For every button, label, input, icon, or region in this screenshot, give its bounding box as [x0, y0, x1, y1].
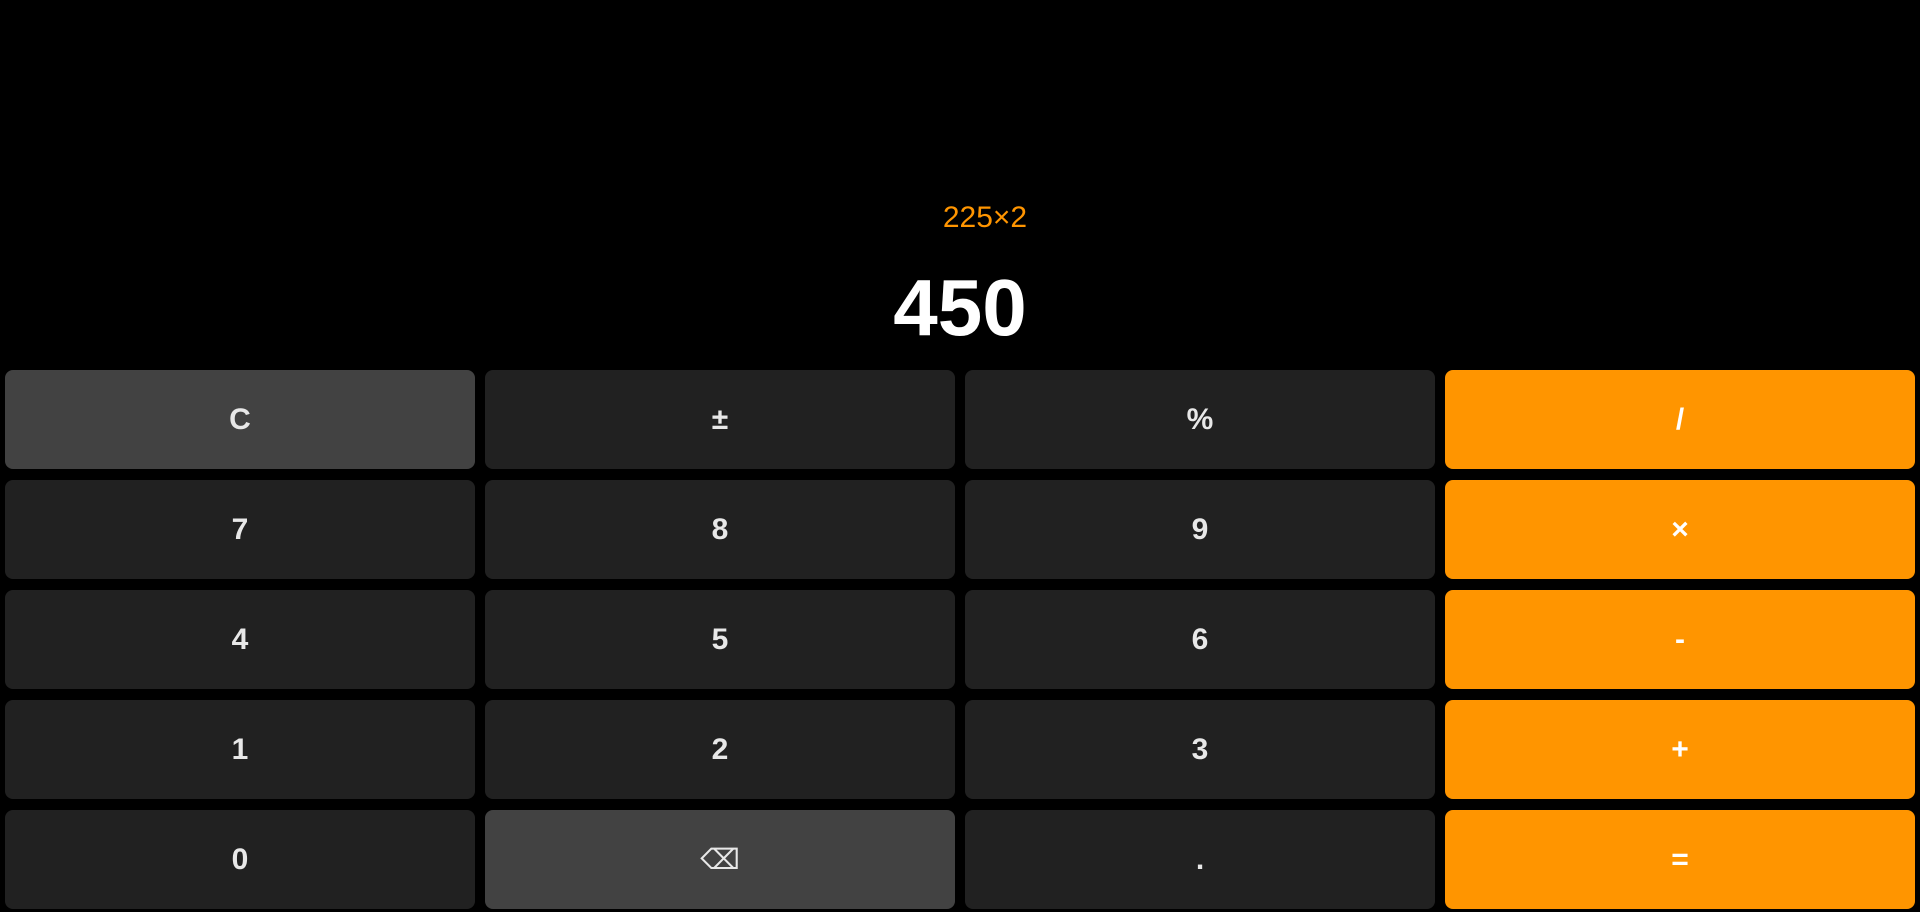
digit-5-button[interactable]: 5 [485, 590, 955, 689]
digit-2-button[interactable]: 2 [485, 700, 955, 799]
digit-7-button[interactable]: 7 [5, 480, 475, 579]
digit-6-button[interactable]: 6 [965, 590, 1435, 689]
percent-button[interactable]: % [965, 370, 1435, 469]
calculator-display: 225×2 450 [0, 0, 1920, 366]
result-text: 450 [893, 263, 1027, 352]
subtract-button[interactable]: - [1445, 590, 1915, 689]
backspace-button[interactable]: ⌫ [485, 810, 955, 909]
plus-minus-button[interactable]: ± [485, 370, 955, 469]
digit-4-button[interactable]: 4 [5, 590, 475, 689]
add-button[interactable]: + [1445, 700, 1915, 799]
clear-button[interactable]: C [5, 370, 475, 469]
equals-button[interactable]: = [1445, 810, 1915, 909]
keypad: C ± % / 7 8 9 × 4 5 6 - 1 2 3 + 0 ⌫ . = [5, 370, 1915, 909]
digit-0-button[interactable]: 0 [5, 810, 475, 909]
expression-text: 225×2 [942, 201, 1028, 234]
digit-3-button[interactable]: 3 [965, 700, 1435, 799]
digit-1-button[interactable]: 1 [5, 700, 475, 799]
divide-button[interactable]: / [1445, 370, 1915, 469]
calculator-app: 225×2 450 C ± % / 7 8 9 × 4 5 6 - 1 2 3 … [0, 0, 1920, 912]
digit-8-button[interactable]: 8 [485, 480, 955, 579]
multiply-button[interactable]: × [1445, 480, 1915, 579]
decimal-button[interactable]: . [965, 810, 1435, 909]
digit-9-button[interactable]: 9 [965, 480, 1435, 579]
backspace-icon: ⌫ [700, 843, 740, 876]
